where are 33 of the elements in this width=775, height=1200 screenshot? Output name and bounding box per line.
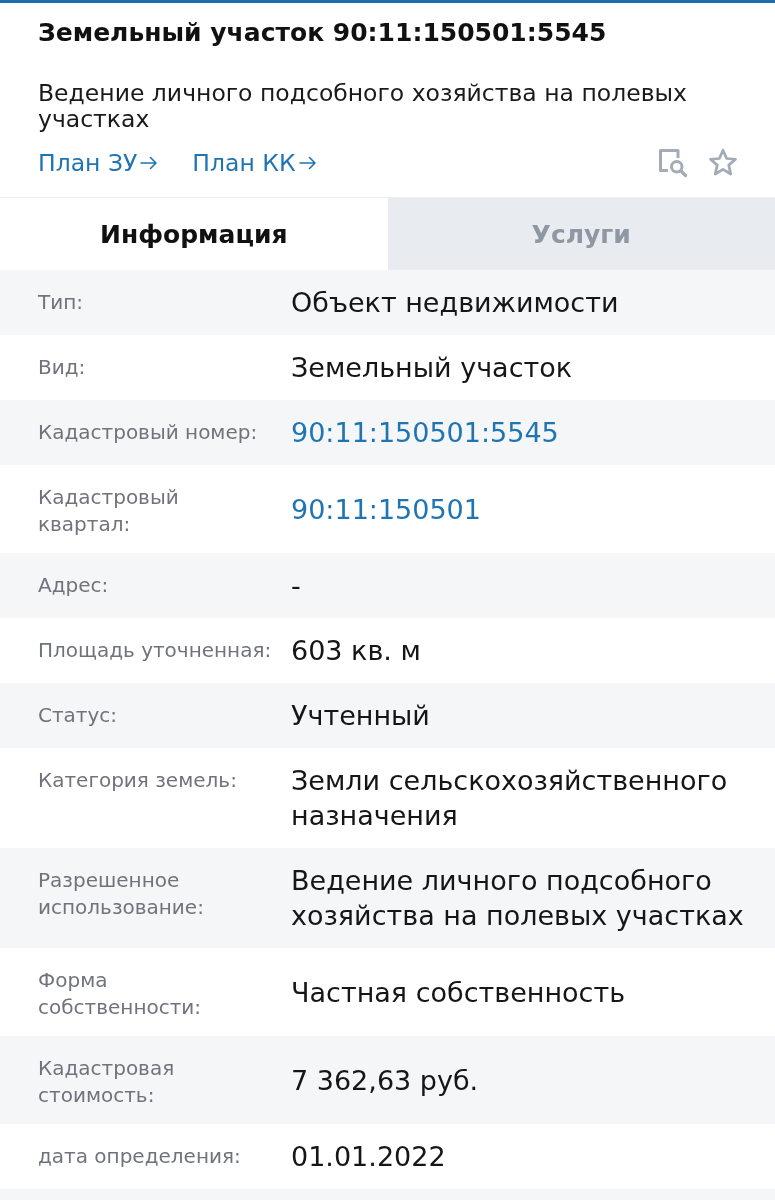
value-link[interactable]: 90:11:150501:5545 xyxy=(291,415,755,450)
field-value: Земли сельскохозяйственного назначения xyxy=(291,764,729,833)
page-title: Земельный участок 90:11:150501:5545 xyxy=(38,17,608,49)
page-subtitle: Ведение личного подсобного хозяйства на полевых участках xyxy=(38,80,688,132)
field-label: Площадь уточненная: xyxy=(38,637,273,664)
field-value: 01.01.2022 xyxy=(291,1140,447,1174)
field-label: Адрес: xyxy=(38,572,110,599)
field-value: Объект недвижимости xyxy=(291,286,620,320)
tab[interactable]: Информация xyxy=(0,198,388,270)
field-label: Тип: xyxy=(38,289,85,316)
field-value: Частная собственность xyxy=(291,975,627,1010)
field-label: Кадастровая стоимость: xyxy=(38,1055,176,1109)
field-value: Ведение личного подсобного хозяйства на полевых участках xyxy=(291,864,745,933)
field-label: Вид: xyxy=(38,354,87,381)
field-label: Кадастровый номер: xyxy=(38,419,259,446)
plan-link[interactable]: План ЗУ xyxy=(38,148,159,178)
arrow-right-icon xyxy=(140,156,159,170)
field-label: Кадастровый квартал: xyxy=(38,484,180,538)
field-label: Категория земель: xyxy=(38,767,238,794)
field-value: 603 кв. м xyxy=(291,634,422,668)
field-value: Учтенный xyxy=(291,699,431,733)
field-value: Земельный участок xyxy=(291,351,574,385)
plan-link[interactable]: План КК xyxy=(192,148,317,178)
field-value: - xyxy=(291,569,302,603)
field-label: Статус: xyxy=(38,702,119,729)
field-label: дата определения: xyxy=(38,1143,242,1170)
field-value: 7 362,63 руб. xyxy=(291,1063,480,1098)
value-link[interactable]: 90:11:150501 xyxy=(291,491,755,527)
arrow-right-icon xyxy=(298,156,317,170)
field-label: Разрешенное использование: xyxy=(38,867,205,921)
document-search-icon[interactable] xyxy=(658,148,688,178)
field-label: Форма собственности: xyxy=(38,967,203,1021)
star-icon[interactable] xyxy=(708,148,738,178)
